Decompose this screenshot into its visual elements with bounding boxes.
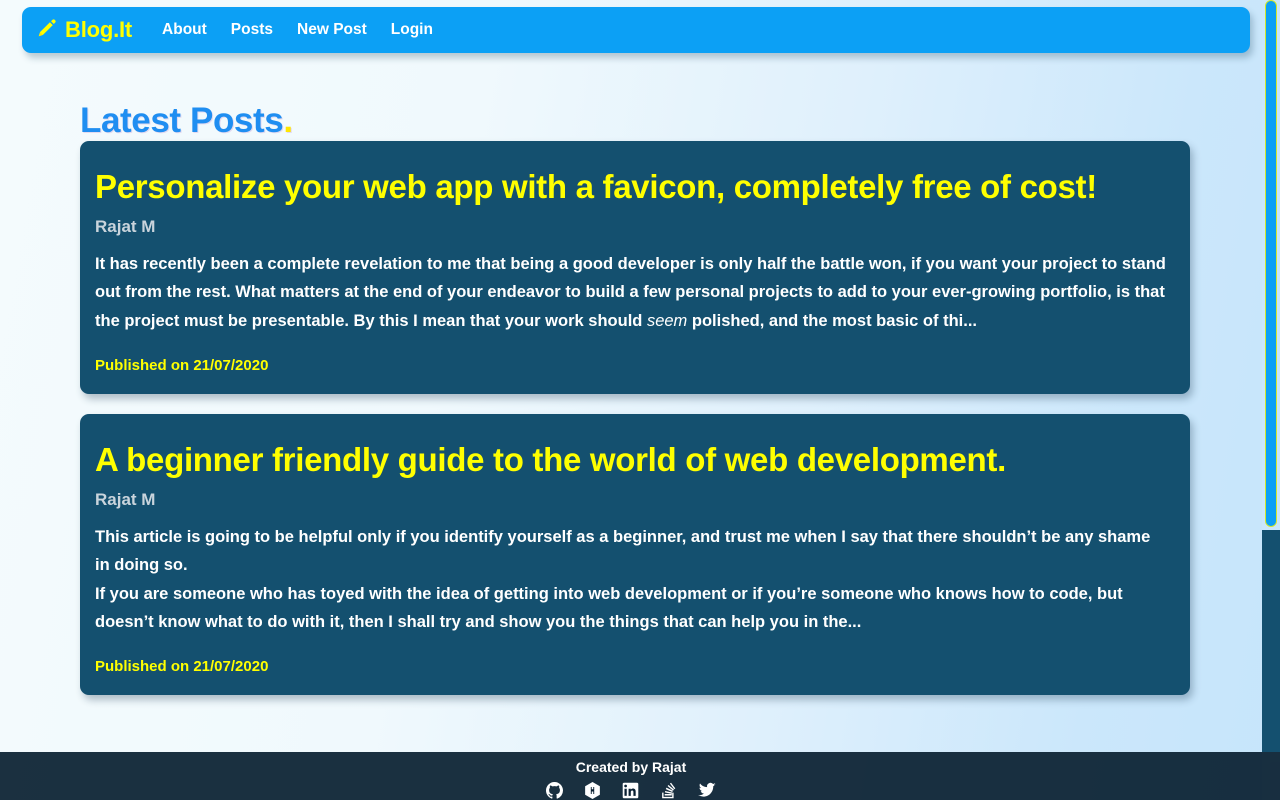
post-date: Published on 21/07/2020	[95, 356, 269, 374]
hackerrank-icon	[584, 781, 601, 800]
linkedin-link[interactable]	[622, 782, 639, 799]
post-excerpt-italic: seem	[646, 311, 688, 330]
post-excerpt-part2: If you are someone who has toyed with th…	[95, 584, 1123, 631]
nav-link-about[interactable]: About	[162, 21, 207, 39]
scrollbar-track-footer	[1262, 752, 1280, 800]
brand-label: Blog.It	[65, 17, 133, 42]
post-title[interactable]: Personalize your web app with a favicon,…	[95, 163, 1168, 211]
post-list: Personalize your web app with a favicon,…	[80, 141, 1190, 715]
post-author: Rajat M	[95, 216, 156, 236]
page-title: Latest Posts.	[80, 101, 293, 141]
post-author: Rajat M	[95, 489, 156, 509]
nav-links: About Posts New Post Login	[162, 21, 433, 39]
navbar: Blog.It About Posts New Post Login	[22, 7, 1250, 53]
nav-link-posts[interactable]: Posts	[231, 21, 273, 39]
post-excerpt-part1: It has recently been a complete revelati…	[95, 254, 1166, 330]
post-excerpt-part2: polished, and the most basic of thi...	[687, 311, 977, 330]
scrollbar-thumb[interactable]	[1265, 0, 1277, 527]
page-viewport: Blog.It About Posts New Post Login Lates…	[0, 0, 1262, 800]
footer-credit: Created by Rajat	[575, 759, 687, 775]
stackoverflow-icon	[660, 782, 677, 800]
brand-logo[interactable]: Blog.It	[36, 17, 132, 44]
stackoverflow-link[interactable]	[660, 782, 677, 799]
hackerrank-link[interactable]	[584, 781, 601, 800]
footer: Created by Rajat	[0, 752, 1262, 800]
nav-link-login[interactable]: Login	[391, 21, 433, 39]
post-excerpt-part1: This article is going to be helpful only…	[95, 527, 1151, 575]
page-title-dot: .	[283, 101, 293, 141]
vertical-scrollbar[interactable]	[1262, 0, 1280, 800]
page-title-text: Latest Posts	[80, 101, 284, 141]
post-card[interactable]: Personalize your web app with a favicon,…	[80, 141, 1190, 394]
post-card[interactable]: A beginner friendly guide to the world o…	[80, 413, 1190, 696]
github-icon	[546, 781, 563, 800]
post-title[interactable]: A beginner friendly guide to the world o…	[95, 436, 1168, 484]
github-link[interactable]	[546, 781, 563, 800]
twitter-icon	[698, 782, 716, 800]
linkedin-icon	[622, 782, 639, 800]
footer-social-links	[0, 781, 1262, 799]
post-excerpt: It has recently been a complete revelati…	[95, 250, 1168, 335]
pen-icon	[36, 17, 58, 44]
post-date: Published on 21/07/2020	[95, 658, 269, 676]
twitter-link[interactable]	[698, 781, 716, 799]
nav-link-new-post[interactable]: New Post	[297, 21, 367, 39]
scrollbar-track-lower	[1262, 530, 1280, 752]
post-excerpt: This article is going to be helpful only…	[95, 523, 1168, 637]
